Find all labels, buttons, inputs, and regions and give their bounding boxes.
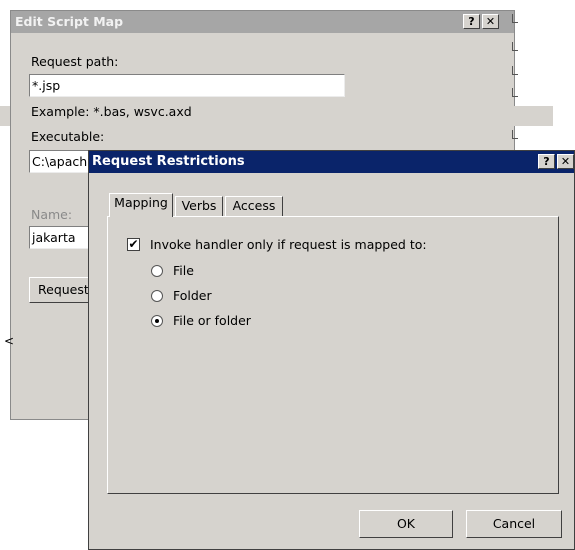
help-icon[interactable]: ? — [538, 154, 555, 169]
radio-folder[interactable] — [151, 290, 163, 302]
radio-folder-label: Folder — [173, 288, 212, 303]
request-path-label: Request path: — [31, 54, 119, 69]
edge-mark — [512, 130, 518, 139]
tab-access[interactable]: Access — [225, 196, 283, 216]
mapping-tab-panel: ✔ Invoke handler only if request is mapp… — [107, 216, 559, 494]
request-restrictions-dialog: Request Restrictions ? ✕ Mapping Verbs A… — [88, 150, 575, 550]
executable-label: Executable: — [31, 129, 105, 144]
cancel-button[interactable]: Cancel — [466, 510, 562, 538]
help-icon[interactable]: ? — [463, 14, 480, 29]
radio-file-or-folder[interactable] — [151, 315, 163, 327]
name-label: Name: — [31, 207, 73, 222]
edge-mark — [512, 42, 518, 51]
edit-script-map-titlebar: Edit Script Map ? ✕ — [11, 11, 514, 33]
request-restrictions-titlebar: Request Restrictions ? ✕ — [89, 151, 574, 173]
background-window-strip-right — [505, 106, 553, 126]
request-path-input[interactable]: *.jsp — [29, 74, 345, 97]
tab-verbs[interactable]: Verbs — [175, 196, 223, 216]
invoke-handler-checkbox[interactable]: ✔ — [127, 238, 140, 251]
close-icon[interactable]: ✕ — [557, 154, 574, 169]
ok-button[interactable]: OK — [359, 510, 453, 538]
edit-script-map-title: Edit Script Map — [15, 14, 124, 29]
radio-selected-dot — [155, 319, 159, 323]
close-icon[interactable]: ✕ — [482, 14, 499, 29]
radio-file-label: File — [173, 263, 194, 278]
radio-file[interactable] — [151, 265, 163, 277]
tab-mapping[interactable]: Mapping — [109, 193, 173, 219]
edge-mark — [512, 88, 518, 97]
example-text: Example: *.bas, wsvc.axd — [31, 104, 192, 119]
background-window-strip-left — [0, 106, 10, 126]
edge-mark — [512, 66, 518, 75]
edge-mark — [512, 14, 518, 23]
request-restrictions-title: Request Restrictions — [92, 154, 245, 169]
radio-file-or-folder-label: File or folder — [173, 313, 251, 328]
left-edge-glyph: < — [4, 334, 15, 348]
invoke-handler-label: Invoke handler only if request is mapped… — [150, 237, 427, 252]
